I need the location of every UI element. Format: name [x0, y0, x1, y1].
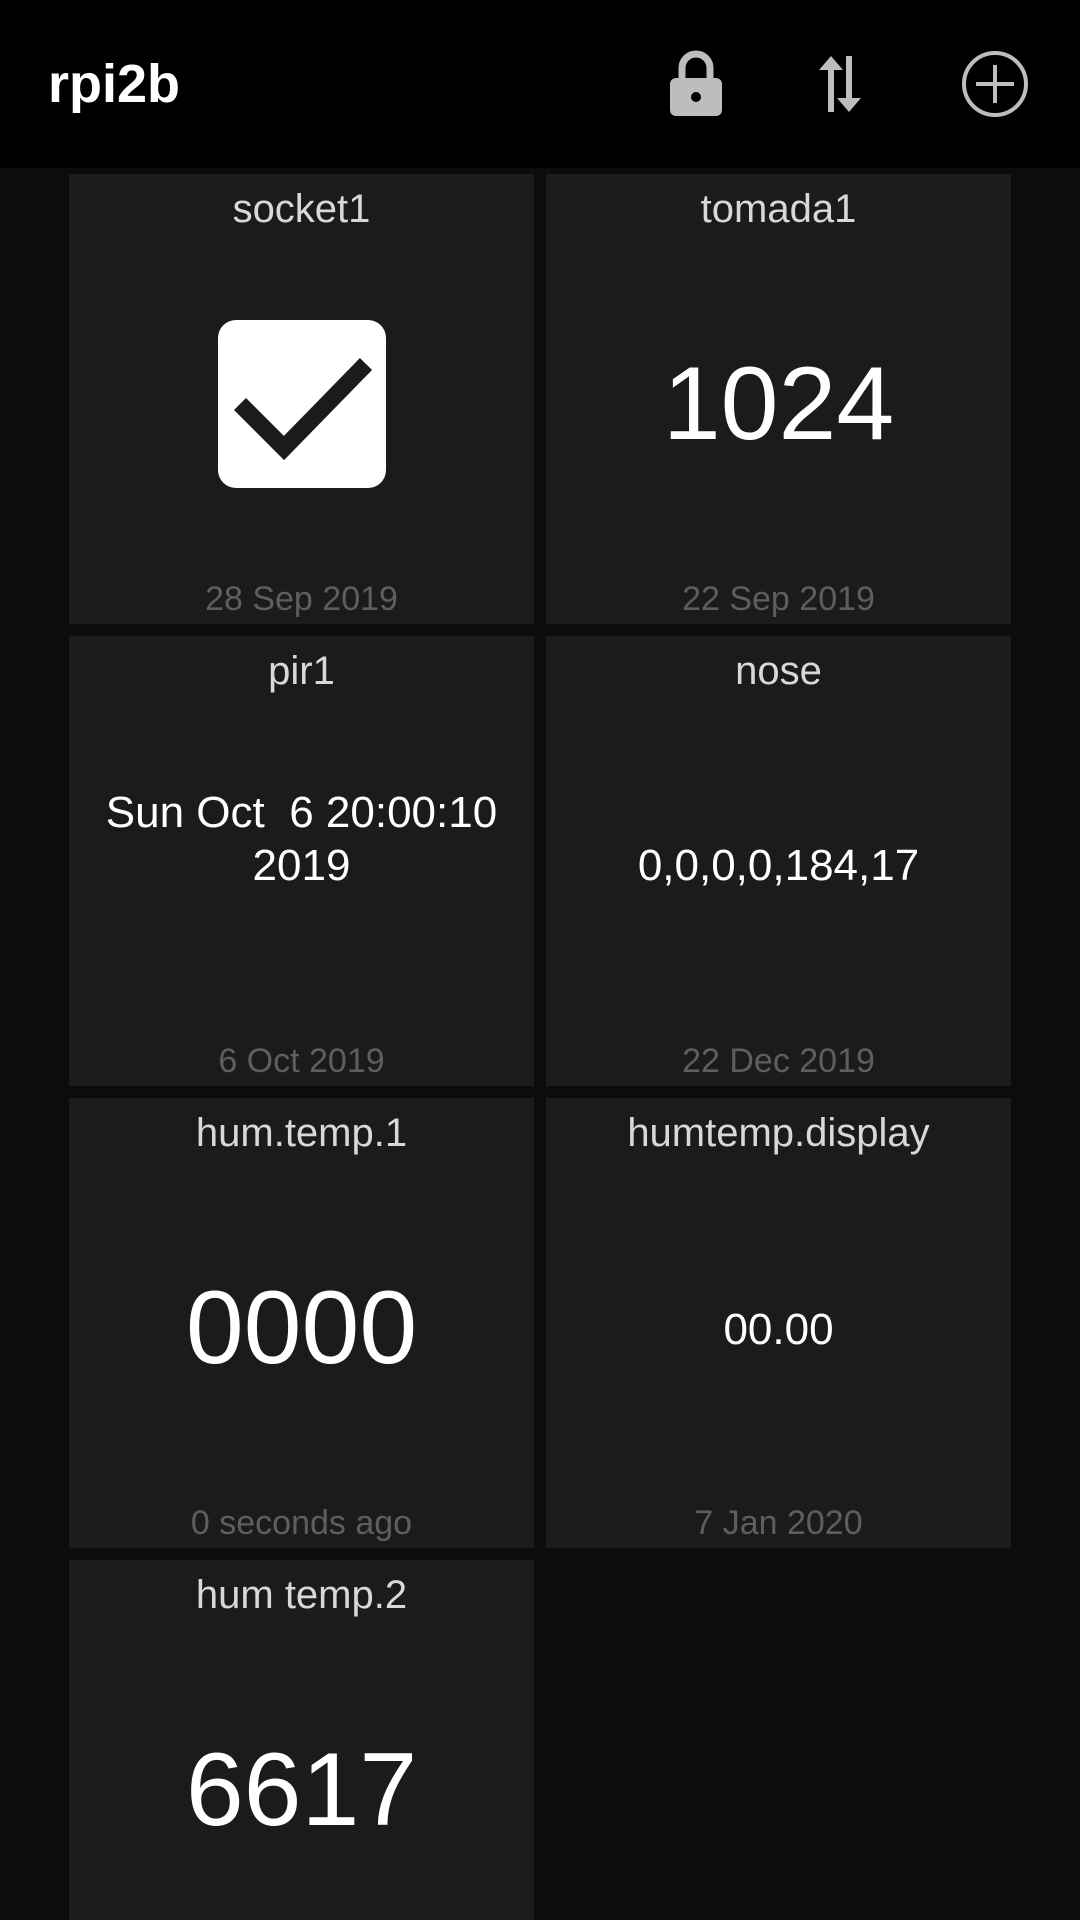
- tile-socket1[interactable]: socket1 28 Sep 2019: [69, 174, 534, 624]
- tile-value-line2: 2019: [252, 841, 351, 890]
- tile-title: pir1: [268, 649, 335, 693]
- tile-date: 22 Dec 2019: [682, 1042, 875, 1080]
- tile-title: hum.temp.1: [195, 1111, 408, 1155]
- tile-pir1[interactable]: pir1 Sun Oct 6 20:00:10 2019 6 Oct 2019: [69, 636, 534, 1086]
- tile-hum-temp-1[interactable]: hum.temp.1 0000 0 seconds ago: [69, 1098, 534, 1548]
- tile-value-line1: Sun Oct 6 20:00:10: [105, 788, 498, 837]
- tile-humtemp-display[interactable]: humtemp.display 00.00 7 Jan 2020: [546, 1098, 1011, 1548]
- add-circle-icon[interactable]: [955, 44, 1035, 124]
- app-title: rpi2b: [48, 54, 181, 114]
- tile-hum-temp-2[interactable]: hum temp.2 6617: [69, 1560, 534, 1920]
- lock-icon[interactable]: [656, 44, 736, 124]
- tile-date: 7 Jan 2020: [694, 1504, 863, 1542]
- tile-date: 6 Oct 2019: [218, 1042, 385, 1080]
- checkmark-icon: [233, 358, 373, 461]
- tile-value: 0000: [185, 1270, 418, 1386]
- swap-vertical-icon[interactable]: [800, 44, 880, 124]
- app-bar: rpi2b: [0, 0, 1080, 168]
- tile-title: hum temp.2: [195, 1573, 408, 1617]
- tile-date: 0 seconds ago: [190, 1504, 413, 1542]
- tile-title: socket1: [232, 187, 371, 231]
- tile-value: 0,0,0,0,184,17: [637, 841, 920, 890]
- tile-nose[interactable]: nose 0,0,0,0,184,17 22 Dec 2019: [546, 636, 1011, 1086]
- tile-value: 00.00: [723, 1305, 834, 1354]
- tile-date: 28 Sep 2019: [205, 580, 398, 618]
- tile-title: humtemp.display: [627, 1111, 930, 1155]
- widget-grid: socket1 28 Sep 2019 tomada1 1024 22 Sep …: [0, 168, 1080, 1920]
- switch-checkbox[interactable]: [218, 320, 386, 488]
- tile-date: 22 Sep 2019: [682, 580, 875, 618]
- tile-title: nose: [735, 649, 822, 693]
- tile-value: 1024: [662, 346, 895, 462]
- tile-title: tomada1: [700, 187, 857, 231]
- tile-value: 6617: [185, 1732, 418, 1848]
- tile-tomada1[interactable]: tomada1 1024 22 Sep 2019: [546, 174, 1011, 624]
